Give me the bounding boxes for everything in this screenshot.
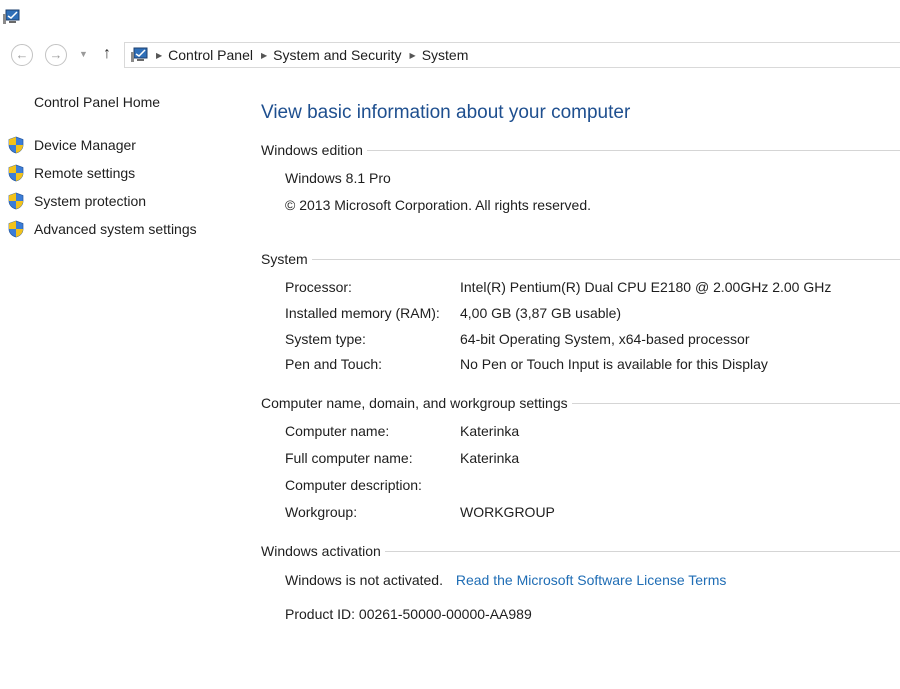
section-divider — [311, 258, 900, 260]
row-value: 64-bit Operating System, x64-based proce… — [460, 331, 750, 347]
breadcrumb-separator-icon[interactable]: ▶ — [156, 51, 162, 60]
activation-status-row: Windows is not activated. Read the Micro… — [285, 572, 726, 590]
system-row-processor: Processor: Intel(R) Pentium(R) Dual CPU … — [261, 279, 900, 297]
row-label: Pen and Touch: — [285, 356, 383, 372]
sidebar-item-device-manager[interactable]: Device Manager — [8, 135, 136, 155]
row-value: No Pen or Touch Input is available for t… — [460, 356, 768, 372]
section-windows-activation: Windows activation — [261, 542, 900, 560]
sidebar-item-label: System protection — [34, 193, 147, 209]
product-id: Product ID: 00261-50000-00000-AA989 — [285, 606, 532, 622]
sidebar-item-label: Advanced system settings — [34, 221, 197, 237]
sidebar-item-advanced-system-settings[interactable]: Advanced system settings — [8, 219, 197, 239]
system-row-system-type: System type: 64-bit Operating System, x6… — [261, 331, 900, 349]
row-label: Full computer name: — [285, 450, 413, 466]
row-value: WORKGROUP — [460, 504, 555, 520]
uac-shield-icon — [8, 192, 24, 210]
breadcrumb-separator-icon[interactable]: ▶ — [261, 51, 267, 60]
breadcrumb-system-and-security[interactable]: System and Security — [273, 47, 401, 63]
row-label: Computer description: — [285, 477, 422, 493]
breadcrumb-system[interactable]: System — [422, 47, 469, 63]
license-terms-link[interactable]: Read the Microsoft Software License Term… — [456, 572, 727, 588]
row-label: Workgroup: — [285, 504, 358, 520]
row-label: Computer name: — [285, 423, 390, 439]
breadcrumb-separator-icon[interactable]: ▶ — [410, 51, 416, 60]
row-value: Katerinka — [460, 423, 520, 439]
section-divider — [571, 402, 900, 404]
row-label: Processor: — [285, 279, 352, 295]
section-heading: Windows edition — [261, 142, 363, 158]
computer-row-full-name: Full computer name: Katerinka — [261, 450, 900, 468]
sidebar-item-remote-settings[interactable]: Remote settings — [8, 163, 135, 183]
computer-row-name: Computer name: Katerinka — [261, 423, 900, 441]
title-bar — [0, 0, 900, 36]
forward-arrow-icon[interactable]: → — [45, 44, 67, 66]
section-windows-edition: Windows edition — [261, 141, 900, 159]
breadcrumb-control-panel[interactable]: Control Panel — [168, 47, 253, 63]
row-value: 4,00 GB (3,87 GB usable) — [460, 305, 622, 321]
section-system: System — [261, 250, 900, 268]
sidebar-item-label: Remote settings — [34, 165, 136, 181]
control-panel-home-link[interactable]: Control Panel Home — [34, 94, 160, 110]
row-value: Intel(R) Pentium(R) Dual CPU E2180 @ 2.0… — [460, 279, 832, 295]
row-label: System type: — [285, 331, 366, 347]
edition-name: Windows 8.1 Pro — [285, 170, 391, 186]
system-row-memory: Installed memory (RAM): 4,00 GB (3,87 GB… — [261, 305, 900, 323]
section-heading: Computer name, domain, and workgroup set… — [261, 395, 568, 411]
section-computer-name: Computer name, domain, and workgroup set… — [261, 394, 900, 412]
activation-status: Windows is not activated. — [285, 572, 443, 588]
back-arrow-icon[interactable]: ← — [11, 44, 33, 66]
sidebar-item-system-protection[interactable]: System protection — [8, 191, 146, 211]
computer-row-description: Computer description: — [261, 477, 900, 495]
up-arrow-icon[interactable]: ↑ — [103, 45, 111, 63]
row-label: Installed memory (RAM): — [285, 305, 440, 321]
system-computer-icon — [131, 47, 148, 62]
uac-shield-icon — [8, 220, 24, 238]
page-title: View basic information about your comput… — [261, 102, 631, 123]
system-computer-icon — [3, 9, 20, 24]
uac-shield-icon — [8, 136, 24, 154]
section-divider — [384, 550, 900, 552]
row-value: Katerinka — [460, 450, 520, 466]
section-heading: Windows activation — [261, 543, 381, 559]
system-row-pen-touch: Pen and Touch: No Pen or Touch Input is … — [261, 356, 900, 374]
computer-row-workgroup: Workgroup: WORKGROUP — [261, 504, 900, 522]
uac-shield-icon — [8, 164, 24, 182]
address-bar[interactable]: ▶ Control Panel ▶ System and Security ▶ … — [124, 42, 900, 68]
sidebar-item-label: Device Manager — [34, 137, 136, 153]
edition-copyright: © 2013 Microsoft Corporation. All rights… — [285, 197, 592, 213]
recent-locations-chevron-icon[interactable]: ▼ — [79, 49, 88, 59]
section-divider — [366, 149, 900, 151]
section-heading: System — [261, 251, 308, 267]
navigation-bar: ← → ▼ ↑ ▶ Control Panel ▶ System and Sec… — [0, 40, 900, 70]
